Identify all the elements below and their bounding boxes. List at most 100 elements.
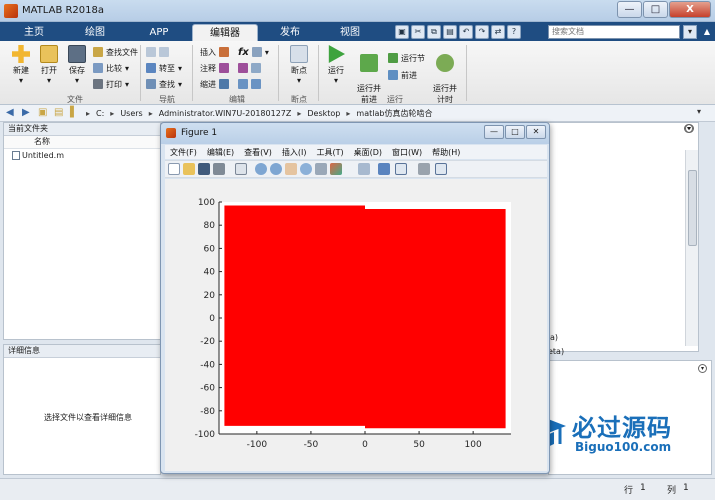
y-tick-label: -60 [200,384,215,394]
breadcrumb-desktop[interactable]: Desktop [307,107,340,120]
copy-icon[interactable]: ⧉ [427,25,441,39]
y-tick-label: 0 [209,314,215,324]
menu-view[interactable]: 查看(V) [239,145,277,159]
file-row[interactable]: Untitled.m [4,149,160,162]
find-button[interactable]: 查找 ▾ [146,78,182,90]
insert-colorbar-icon[interactable] [378,163,390,175]
forward-icon[interactable]: ▶ [22,107,30,118]
goto-button[interactable]: 转至 ▾ [146,62,182,74]
figure-maximize-button[interactable]: □ [505,125,525,139]
open-file-icon[interactable] [183,163,195,175]
print-figure-icon[interactable] [213,163,225,175]
plot-axes[interactable]: -100 -50 0 50 100 -100 -80 -60 -40 -20 0 20 40 60 80 10… [165,179,547,471]
save-button[interactable]: 保存 ▾ [64,45,90,85]
minimize-button[interactable]: — [617,1,642,18]
find-files-button[interactable]: 查找文件 [93,46,138,58]
search-documentation-input[interactable]: 搜索文档 [548,25,680,39]
menu-edit[interactable]: 编辑(E) [202,145,239,159]
scrollbar-thumb[interactable] [688,170,697,246]
advance-button[interactable]: 前进 [388,69,417,81]
tab-publish[interactable]: 发布 [262,24,318,41]
back-icon[interactable]: ◀ [6,107,14,118]
maximize-button[interactable]: □ [643,1,668,18]
row-label: 行 [624,486,634,496]
figure-title-bar[interactable]: Figure 1 — □ ✕ [161,123,549,144]
group-label-breakpoints: 断点 [291,95,307,104]
save-figure-icon[interactable] [198,163,210,175]
fx-button[interactable]: fx ▾ [238,46,269,58]
run-and-time-button[interactable]: 运行并 计时 [430,45,460,105]
new-button[interactable]: 新建 ▾ [8,45,34,85]
uncomment-button[interactable] [238,62,261,74]
insert-legend-icon[interactable] [395,163,407,175]
new-figure-icon[interactable] [168,163,180,175]
figure-window[interactable]: Figure 1 — □ ✕ 文件(F) 编辑(E) 查看(V) 插入(I) 工… [160,122,550,474]
insert-button[interactable]: 插入 [200,46,229,58]
tab-plots[interactable]: 绘图 [64,24,126,41]
tab-editor[interactable]: 编辑器 [192,24,258,41]
print-button[interactable]: 打印 ▾ [93,78,129,90]
menu-desktop[interactable]: 桌面(D) [349,145,387,159]
tab-home[interactable]: 主页 [8,24,60,41]
paste-icon[interactable]: ▤ [443,25,457,39]
data-cursor-icon[interactable] [315,163,327,175]
menu-window[interactable]: 窗口(W) [387,145,427,159]
zoom-out-icon[interactable] [270,163,282,175]
undo-icon[interactable]: ↶ [459,25,473,39]
uncomment-icon [238,63,248,73]
show-plot-tools-icon[interactable] [435,163,447,175]
redo-icon[interactable]: ↷ [475,25,489,39]
breadcrumb-users[interactable]: Users [120,107,142,120]
link-plot-icon[interactable] [358,163,370,175]
path-dropdown-icon[interactable]: ▾ [697,107,701,116]
close-button[interactable]: X [669,1,711,18]
collapse-ribbon-icon[interactable]: ▲ [701,25,713,39]
breadcrumb-project[interactable]: matlab仿真齿轮啮合 [356,107,432,120]
search-dropdown-button[interactable]: ▾ [683,25,697,39]
cut-icon[interactable]: ✂ [411,25,425,39]
breadcrumb-drive[interactable]: C: [96,107,104,120]
figure-minimize-button[interactable]: — [484,125,504,139]
figure-canvas[interactable]: -100 -50 0 50 100 -100 -80 -60 -40 -20 0 20 40 60 80 10… [165,179,547,471]
print-icon [93,79,103,89]
folder-icon [40,45,58,63]
edit-plot-icon[interactable] [235,163,247,175]
decrease-indent-icon [251,79,261,89]
vertical-scrollbar[interactable] [685,150,698,346]
tab-apps[interactable]: APP [130,24,188,41]
menu-help[interactable]: 帮助(H) [427,145,465,159]
run-button[interactable]: 运行 ▾ [322,45,350,85]
nav-arrows[interactable] [146,46,169,58]
brush-icon[interactable] [330,163,342,175]
breadcrumb-user[interactable]: Administrator.WIN7U-20180127Z [159,107,292,120]
open-button[interactable]: 打开 ▾ [36,45,62,85]
menu-insert[interactable]: 插入(I) [277,145,312,159]
tab-view[interactable]: 视图 [322,24,378,41]
comment-button[interactable]: 注释 [200,62,229,74]
ribbon-tabs: 主页 绘图 APP 编辑器 发布 视图 ▣ ✂ ⧉ ▤ ↶ ↷ ⇄ ? 搜索文档… [0,22,715,41]
help-icon[interactable]: ? [507,25,521,39]
browse-folder-icon[interactable]: ▤ [54,107,63,118]
hide-plot-tools-icon[interactable] [418,163,430,175]
rotate-3d-icon[interactable] [300,163,312,175]
figure-close-button[interactable]: ✕ [526,125,546,139]
compare-button[interactable]: 比较 ▾ [93,62,129,74]
indent-button[interactable]: 缩进 [200,78,229,90]
zoom-in-icon[interactable] [255,163,267,175]
panel-actions-icon[interactable]: ▾ [684,124,693,133]
run-section-button[interactable]: 运行节 [388,52,425,64]
breadcrumb[interactable]: ▸ C: ▸ Users ▸ Administrator.WIN7U-20180127… [86,107,432,120]
find-files-icon [93,47,103,57]
menu-file[interactable]: 文件(F) [165,145,202,159]
indent-icon [219,79,229,89]
indent-tools[interactable] [238,78,261,90]
switch-windows-icon[interactable]: ⇄ [491,25,505,39]
workspace-options-icon[interactable]: ▾ [698,364,707,373]
menu-tools[interactable]: 工具(T) [311,145,348,159]
breakpoints-button[interactable]: 断点 ▾ [284,45,314,85]
name-column-header[interactable]: 名称 [4,136,160,149]
pan-hand-icon[interactable] [285,163,297,175]
up-folder-icon[interactable]: ▣ [38,107,47,118]
x-tick-label: 50 [413,440,425,450]
save-icon[interactable]: ▣ [395,25,409,39]
